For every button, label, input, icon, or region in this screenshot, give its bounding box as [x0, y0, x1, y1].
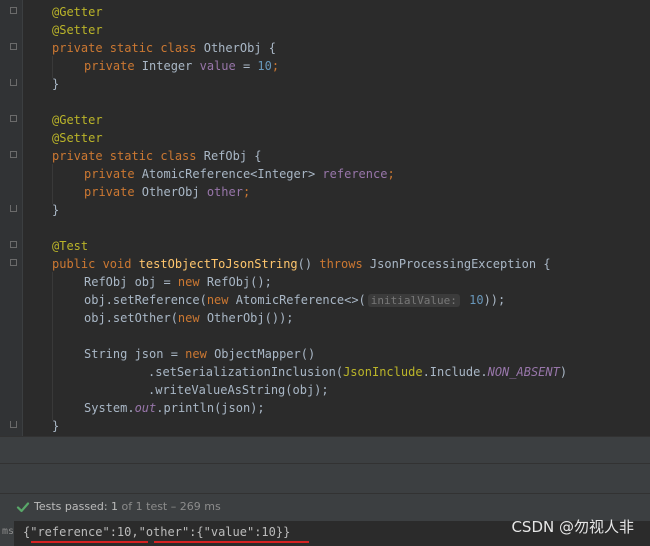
gutter-separator — [22, 0, 23, 436]
code-line[interactable]: @Test — [52, 237, 88, 255]
code-line[interactable]: @Setter — [52, 21, 103, 39]
code-line[interactable]: private Integer value = 10; — [84, 57, 279, 75]
test-status-text: Tests passed: 1 of 1 test – 269 ms — [34, 500, 221, 514]
fold-end-icon[interactable] — [10, 205, 17, 212]
code-line[interactable]: obj.setReference(new AtomicReference<>(i… — [84, 291, 505, 309]
fold-marker-icon[interactable] — [10, 259, 17, 266]
code-line[interactable]: public void testObjectToJsonString() thr… — [52, 255, 551, 273]
parameter-hint: initialValue: — [367, 294, 460, 307]
fold-marker-icon[interactable] — [10, 7, 17, 14]
check-icon — [16, 502, 30, 513]
watermark: CSDN @勿视人非 — [511, 518, 634, 536]
code-line[interactable]: String json = new ObjectMapper() — [84, 345, 315, 363]
fold-end-icon[interactable] — [10, 79, 17, 86]
red-underline — [31, 541, 148, 543]
test-duration: – 269 ms — [170, 500, 221, 513]
code-line[interactable]: private AtomicReference<Integer> referen… — [84, 165, 395, 183]
code-editor[interactable]: @Getter @Setter private static class Oth… — [0, 0, 650, 436]
passed-count: 1 — [111, 500, 119, 513]
code-line[interactable]: RefObj obj = new RefObj(); — [84, 273, 272, 291]
code-line[interactable]: } — [52, 201, 59, 219]
code-line[interactable]: } — [52, 417, 59, 435]
code-line[interactable]: } — [52, 75, 59, 93]
tests-passed-label: Tests passed: — [34, 500, 108, 513]
fold-marker-icon[interactable] — [10, 43, 17, 50]
indent-guide — [52, 164, 53, 204]
code-line[interactable]: .writeValueAsString(obj); — [148, 381, 329, 399]
indent-guide — [52, 272, 53, 420]
fold-marker-icon[interactable] — [10, 241, 17, 248]
run-toolbar — [0, 463, 650, 493]
fold-marker-icon[interactable] — [10, 115, 17, 122]
code-line[interactable]: private static class RefObj { — [52, 147, 262, 165]
code-line[interactable]: private OtherObj other; — [84, 183, 250, 201]
console-output-text[interactable]: {"reference":10,"other":{"value":10}} — [23, 523, 290, 541]
code-line[interactable]: private static class OtherObj { — [52, 39, 276, 57]
tool-window-header — [0, 436, 650, 463]
code-line[interactable]: System.out.println(json); — [84, 399, 265, 417]
code-line[interactable]: obj.setOther(new OtherObj()); — [84, 309, 294, 327]
code-line[interactable]: @Setter — [52, 129, 103, 147]
fold-marker-icon[interactable] — [10, 151, 17, 158]
red-underline — [154, 541, 309, 543]
code-line[interactable]: .setSerializationInclusion(JsonInclude.I… — [148, 363, 567, 381]
fold-end-icon[interactable] — [10, 421, 17, 428]
test-total-label: of 1 test — [121, 500, 168, 513]
code-line[interactable]: @Getter — [52, 111, 103, 129]
code-line[interactable]: @Getter — [52, 3, 103, 21]
editor-gutter — [0, 0, 22, 436]
console-left-gutter: ms — [0, 521, 14, 546]
